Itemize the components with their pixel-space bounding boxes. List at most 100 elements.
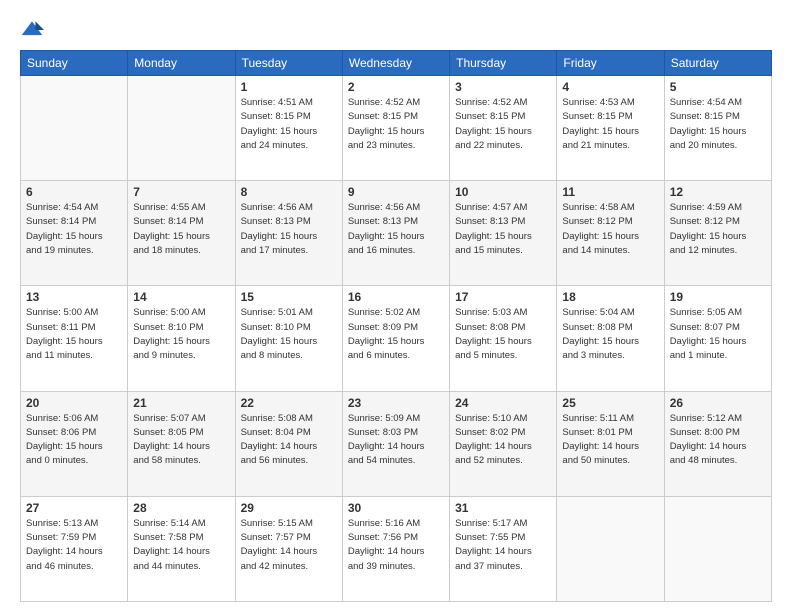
calendar-cell: 28 Sunrise: 5:14 AM Sunset: 7:58 PM Dayli… xyxy=(128,496,235,601)
day-info: Sunrise: 5:13 AM Sunset: 7:59 PM Dayligh… xyxy=(26,517,122,574)
day-number: 24 xyxy=(455,396,551,410)
day-number: 17 xyxy=(455,290,551,304)
weekday-header-saturday: Saturday xyxy=(664,51,771,76)
day-info: Sunrise: 4:54 AM Sunset: 8:14 PM Dayligh… xyxy=(26,201,122,258)
weekday-header-wednesday: Wednesday xyxy=(342,51,449,76)
day-number: 21 xyxy=(133,396,229,410)
day-info: Sunrise: 5:09 AM Sunset: 8:03 PM Dayligh… xyxy=(348,412,444,469)
calendar-cell xyxy=(664,496,771,601)
calendar-cell: 5 Sunrise: 4:54 AM Sunset: 8:15 PM Daylig… xyxy=(664,76,771,181)
day-info: Sunrise: 5:10 AM Sunset: 8:02 PM Dayligh… xyxy=(455,412,551,469)
calendar-cell: 31 Sunrise: 5:17 AM Sunset: 7:55 PM Dayli… xyxy=(450,496,557,601)
day-number: 28 xyxy=(133,501,229,515)
calendar-cell: 17 Sunrise: 5:03 AM Sunset: 8:08 PM Dayli… xyxy=(450,286,557,391)
day-info: Sunrise: 4:55 AM Sunset: 8:14 PM Dayligh… xyxy=(133,201,229,258)
day-number: 4 xyxy=(562,80,658,94)
day-number: 5 xyxy=(670,80,766,94)
calendar-cell: 15Sunrise: 5:01 AM Sunset: 8:10 PM Dayli… xyxy=(235,286,342,391)
day-info: Sunrise: 5:01 AM Sunset: 8:10 PM Dayligh… xyxy=(241,306,337,363)
day-info: Sunrise: 4:56 AM Sunset: 8:13 PM Dayligh… xyxy=(241,201,337,258)
day-number: 23 xyxy=(348,396,444,410)
day-number: 26 xyxy=(670,396,766,410)
day-info: Sunrise: 5:17 AM Sunset: 7:55 PM Dayligh… xyxy=(455,517,551,574)
day-number: 6 xyxy=(26,185,122,199)
day-number: 14 xyxy=(133,290,229,304)
calendar-cell: 20Sunrise: 5:06 AM Sunset: 8:06 PM Dayli… xyxy=(21,391,128,496)
day-number: 16 xyxy=(348,290,444,304)
day-number: 22 xyxy=(241,396,337,410)
day-info: Sunrise: 5:07 AM Sunset: 8:05 PM Dayligh… xyxy=(133,412,229,469)
weekday-header-thursday: Thursday xyxy=(450,51,557,76)
calendar-cell: 27 Sunrise: 5:13 AM Sunset: 7:59 PM Dayli… xyxy=(21,496,128,601)
calendar-table: SundayMondayTuesdayWednesdayThursdayFrid… xyxy=(20,50,772,602)
calendar-cell: 21 Sunrise: 5:07 AM Sunset: 8:05 PM Dayli… xyxy=(128,391,235,496)
calendar-cell: 8 Sunrise: 4:56 AM Sunset: 8:13 PM Daylig… xyxy=(235,181,342,286)
calendar-cell: 9Sunrise: 4:56 AM Sunset: 8:13 PM Daylig… xyxy=(342,181,449,286)
calendar-cell: 26 Sunrise: 5:12 AM Sunset: 8:00 PM Dayli… xyxy=(664,391,771,496)
day-number: 29 xyxy=(241,501,337,515)
calendar-cell: 25 Sunrise: 5:11 AM Sunset: 8:01 PM Dayli… xyxy=(557,391,664,496)
day-info: Sunrise: 4:52 AM Sunset: 8:15 PM Dayligh… xyxy=(455,96,551,153)
calendar-cell: 23 Sunrise: 5:09 AM Sunset: 8:03 PM Dayli… xyxy=(342,391,449,496)
day-number: 27 xyxy=(26,501,122,515)
day-info: Sunrise: 4:53 AM Sunset: 8:15 PM Dayligh… xyxy=(562,96,658,153)
calendar-cell: 14 Sunrise: 5:00 AM Sunset: 8:10 PM Dayli… xyxy=(128,286,235,391)
day-number: 8 xyxy=(241,185,337,199)
logo-icon xyxy=(20,18,44,42)
calendar-cell: 11 Sunrise: 4:58 AM Sunset: 8:12 PM Dayli… xyxy=(557,181,664,286)
day-info: Sunrise: 5:03 AM Sunset: 8:08 PM Dayligh… xyxy=(455,306,551,363)
day-number: 20 xyxy=(26,396,122,410)
day-number: 10 xyxy=(455,185,551,199)
calendar-cell: 2Sunrise: 4:52 AM Sunset: 8:15 PM Daylig… xyxy=(342,76,449,181)
calendar-cell: 19 Sunrise: 5:05 AM Sunset: 8:07 PM Dayli… xyxy=(664,286,771,391)
calendar-cell: 16 Sunrise: 5:02 AM Sunset: 8:09 PM Dayli… xyxy=(342,286,449,391)
calendar-cell xyxy=(557,496,664,601)
calendar-cell: 30 Sunrise: 5:16 AM Sunset: 7:56 PM Dayli… xyxy=(342,496,449,601)
day-info: Sunrise: 5:05 AM Sunset: 8:07 PM Dayligh… xyxy=(670,306,766,363)
day-info: Sunrise: 5:00 AM Sunset: 8:10 PM Dayligh… xyxy=(133,306,229,363)
calendar-cell: 22 Sunrise: 5:08 AM Sunset: 8:04 PM Dayli… xyxy=(235,391,342,496)
calendar-cell: 24 Sunrise: 5:10 AM Sunset: 8:02 PM Dayli… xyxy=(450,391,557,496)
weekday-header-monday: Monday xyxy=(128,51,235,76)
weekday-header-tuesday: Tuesday xyxy=(235,51,342,76)
day-info: Sunrise: 5:04 AM Sunset: 8:08 PM Dayligh… xyxy=(562,306,658,363)
day-info: Sunrise: 4:56 AM Sunset: 8:13 PM Dayligh… xyxy=(348,201,444,258)
calendar-cell: 29 Sunrise: 5:15 AM Sunset: 7:57 PM Dayli… xyxy=(235,496,342,601)
day-number: 31 xyxy=(455,501,551,515)
calendar-week-row: 27 Sunrise: 5:13 AM Sunset: 7:59 PM Dayli… xyxy=(21,496,772,601)
day-info: Sunrise: 4:51 AM Sunset: 8:15 PM Dayligh… xyxy=(241,96,337,153)
calendar-cell: 18 Sunrise: 5:04 AM Sunset: 8:08 PM Dayli… xyxy=(557,286,664,391)
weekday-header-sunday: Sunday xyxy=(21,51,128,76)
day-number: 1 xyxy=(241,80,337,94)
calendar-cell: 3 Sunrise: 4:52 AM Sunset: 8:15 PM Daylig… xyxy=(450,76,557,181)
day-number: 19 xyxy=(670,290,766,304)
weekday-header-friday: Friday xyxy=(557,51,664,76)
calendar-week-row: 20Sunrise: 5:06 AM Sunset: 8:06 PM Dayli… xyxy=(21,391,772,496)
calendar-cell: 13 Sunrise: 5:00 AM Sunset: 8:11 PM Dayli… xyxy=(21,286,128,391)
day-info: Sunrise: 4:58 AM Sunset: 8:12 PM Dayligh… xyxy=(562,201,658,258)
day-info: Sunrise: 4:54 AM Sunset: 8:15 PM Dayligh… xyxy=(670,96,766,153)
day-number: 25 xyxy=(562,396,658,410)
day-info: Sunrise: 5:16 AM Sunset: 7:56 PM Dayligh… xyxy=(348,517,444,574)
day-info: Sunrise: 5:08 AM Sunset: 8:04 PM Dayligh… xyxy=(241,412,337,469)
calendar-week-row: 1 Sunrise: 4:51 AM Sunset: 8:15 PM Daylig… xyxy=(21,76,772,181)
calendar-cell: 10 Sunrise: 4:57 AM Sunset: 8:13 PM Dayli… xyxy=(450,181,557,286)
day-number: 3 xyxy=(455,80,551,94)
day-number: 30 xyxy=(348,501,444,515)
day-info: Sunrise: 5:02 AM Sunset: 8:09 PM Dayligh… xyxy=(348,306,444,363)
day-info: Sunrise: 5:15 AM Sunset: 7:57 PM Dayligh… xyxy=(241,517,337,574)
day-info: Sunrise: 5:12 AM Sunset: 8:00 PM Dayligh… xyxy=(670,412,766,469)
day-number: 13 xyxy=(26,290,122,304)
calendar-cell: 6 Sunrise: 4:54 AM Sunset: 8:14 PM Daylig… xyxy=(21,181,128,286)
calendar-cell xyxy=(21,76,128,181)
day-number: 18 xyxy=(562,290,658,304)
calendar-week-row: 6 Sunrise: 4:54 AM Sunset: 8:14 PM Daylig… xyxy=(21,181,772,286)
calendar-cell: 7Sunrise: 4:55 AM Sunset: 8:14 PM Daylig… xyxy=(128,181,235,286)
day-info: Sunrise: 5:11 AM Sunset: 8:01 PM Dayligh… xyxy=(562,412,658,469)
day-info: Sunrise: 5:14 AM Sunset: 7:58 PM Dayligh… xyxy=(133,517,229,574)
header xyxy=(20,18,772,42)
day-info: Sunrise: 4:57 AM Sunset: 8:13 PM Dayligh… xyxy=(455,201,551,258)
day-number: 11 xyxy=(562,185,658,199)
logo xyxy=(20,18,48,42)
day-info: Sunrise: 5:00 AM Sunset: 8:11 PM Dayligh… xyxy=(26,306,122,363)
